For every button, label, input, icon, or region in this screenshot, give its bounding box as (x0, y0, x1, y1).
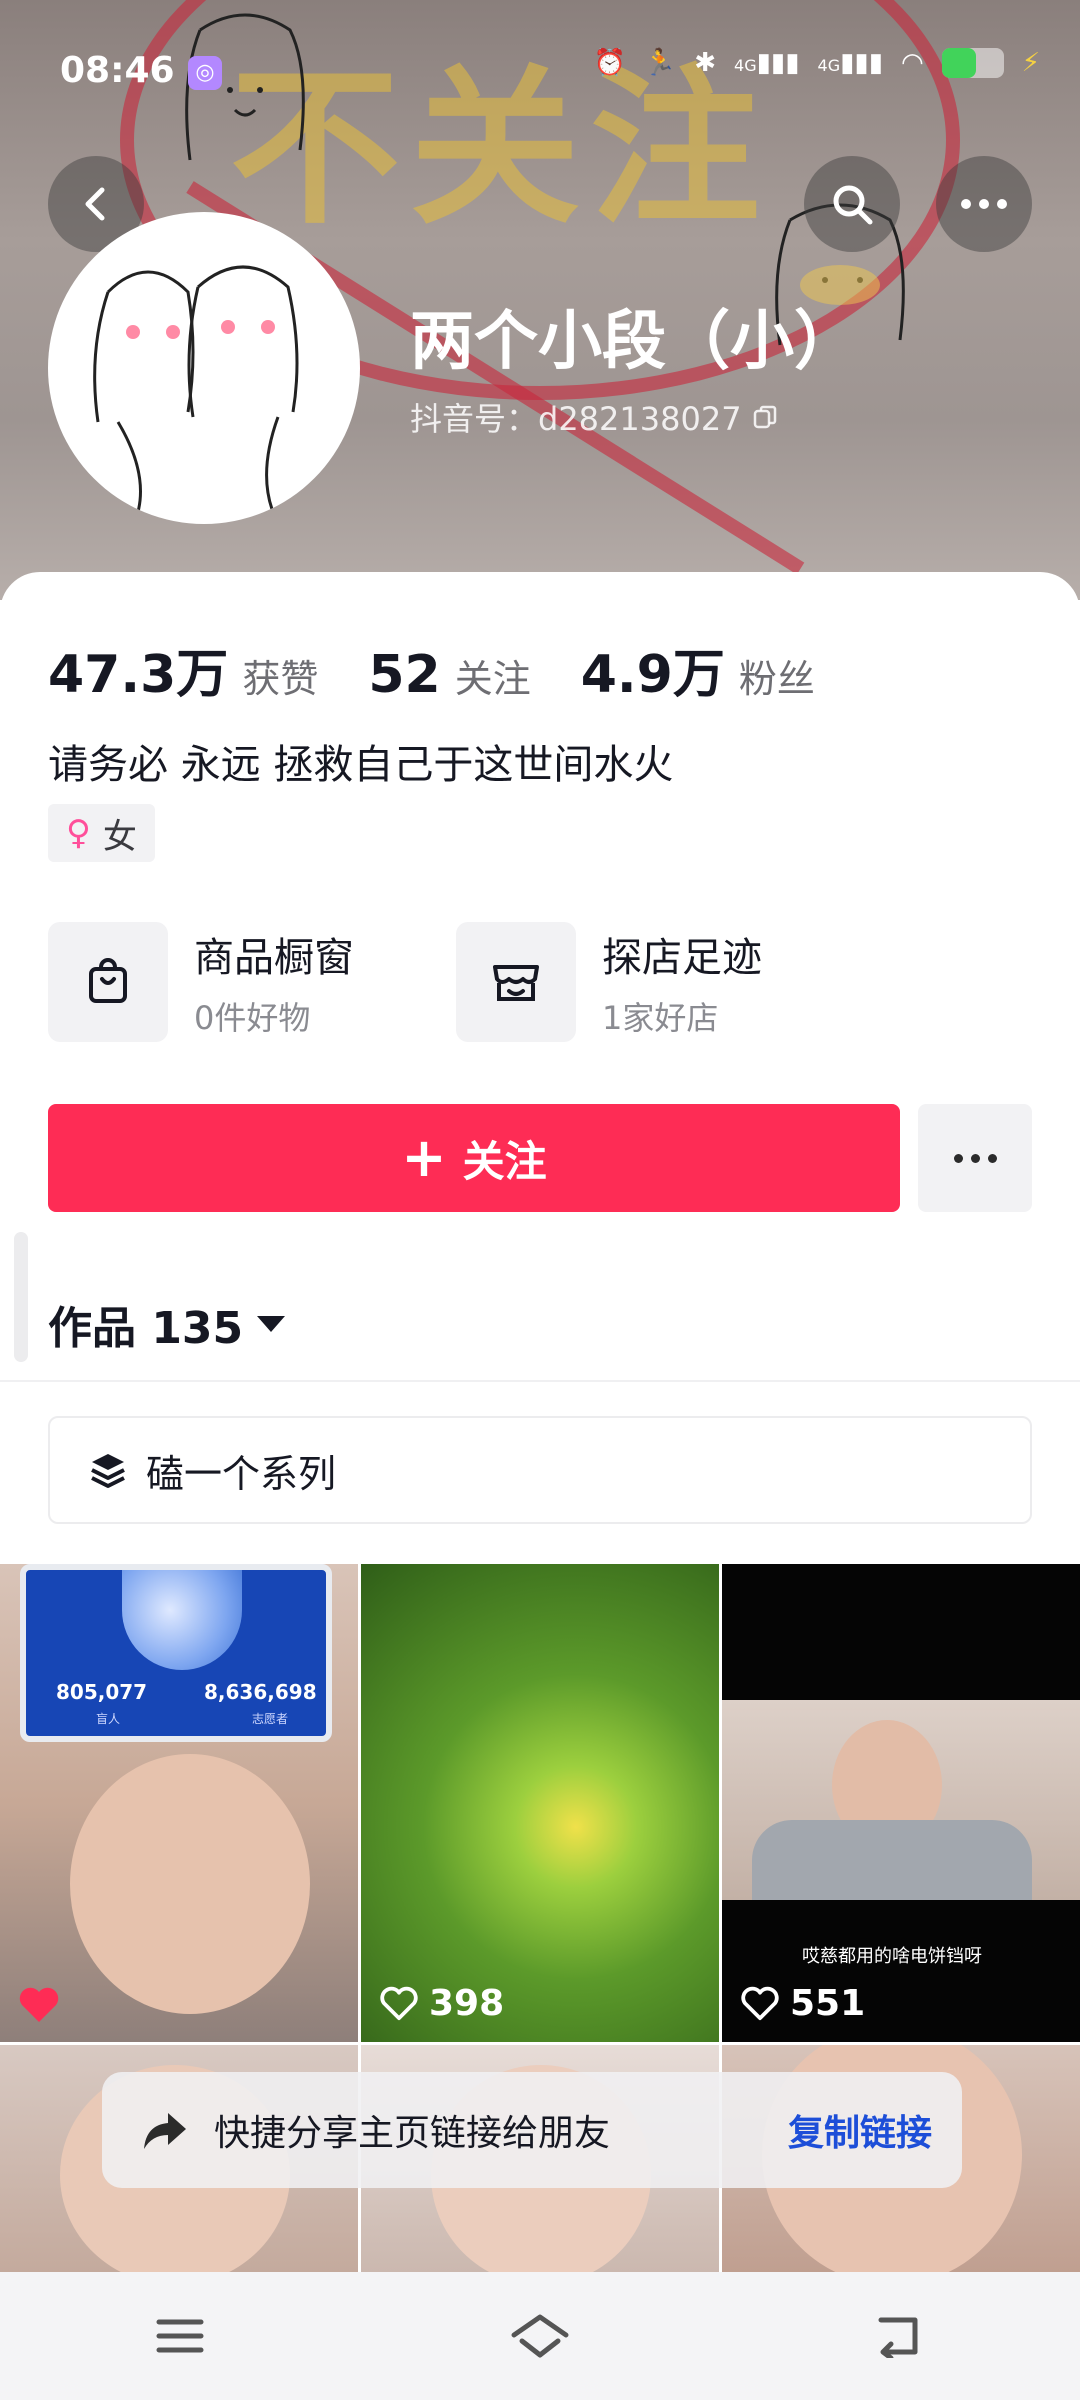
shop-window-text: 商品橱窗 0件好物 (194, 925, 354, 1039)
video-likes: 398 (379, 1983, 504, 2024)
plus-icon: + (401, 1126, 447, 1189)
works-tab[interactable]: 作品 135 (48, 1292, 286, 1356)
overlay-label-right: 志愿者 (252, 1712, 289, 1726)
face-shape (70, 1754, 310, 2014)
more-dots-icon (953, 1153, 997, 1163)
copy-link-button[interactable]: 复制链接 (788, 2104, 932, 2156)
video-likes-count: 551 (790, 1983, 866, 2024)
works-tab-label: 作品 135 (48, 1303, 244, 1354)
follow-button[interactable]: + 关注 (48, 1104, 900, 1212)
female-icon: ♀ (66, 813, 91, 853)
store-visit-title: 探店足迹 (602, 935, 762, 981)
share-arrow-icon (144, 2113, 186, 2149)
system-nav-bar (0, 2272, 1080, 2400)
stat-likes-label: 获赞 (242, 657, 319, 701)
store-icon (493, 965, 539, 1001)
douyin-id-text: 抖音号：d282138027 (410, 400, 742, 438)
video-likes: 551 (740, 1983, 865, 2024)
video-caption: 哎慈都用的啥电饼铛呀 (802, 1946, 982, 1967)
overlay-card: 805,077 8,636,698 盲人 志愿者 (20, 1564, 332, 1742)
stat-likes-value: 47.3万 (48, 645, 229, 705)
home-icon (511, 2314, 569, 2358)
shop-window-entry[interactable]: 商品橱窗 0件好物 (48, 922, 354, 1042)
wifi-icon: ◠ (901, 48, 924, 78)
shop-window-subtitle: 0件好物 (194, 999, 311, 1037)
video-thumbnail[interactable]: 398 (361, 1564, 719, 2042)
shopping-bag-icon (89, 958, 127, 1003)
shop-window-icon-box (48, 922, 168, 1042)
chevron-left-icon (85, 187, 105, 221)
overlay-label-left: 盲人 (96, 1712, 121, 1726)
overlay-number-left: 805,077 (56, 1680, 148, 1704)
series-label: 磕一个系列 (146, 1451, 337, 1496)
douyin-id[interactable]: 抖音号：d282138027 (410, 394, 778, 440)
stat-following[interactable]: 52 关注 (368, 645, 530, 705)
follow-label: 关注 (462, 1136, 547, 1186)
caret-down-icon (257, 1316, 286, 1332)
nav-menu-button[interactable] (140, 2296, 220, 2376)
profile-bio: 请务必 永远 拯救自己于这世间水火 (48, 742, 674, 788)
more-dots-icon (961, 199, 1007, 209)
series-entry[interactable]: 磕一个系列 (48, 1416, 1032, 1524)
charging-icon: ⚡ (1021, 48, 1040, 78)
drawer-handle[interactable] (14, 1232, 28, 1362)
battery-icon (941, 48, 1004, 78)
overlay-number-right: 8,636,698 (204, 1680, 317, 1704)
store-visit-subtitle: 1家好店 (602, 999, 719, 1037)
stat-followers[interactable]: 4.9万 粉丝 (581, 632, 815, 707)
copy-icon[interactable] (752, 404, 778, 430)
store-visit-text: 探店足迹 1家好店 (602, 925, 762, 1039)
battery-fill (941, 48, 976, 78)
search-icon (833, 185, 873, 225)
app-notification-icon: ◎ (188, 56, 222, 90)
store-visit-entry[interactable]: 探店足迹 1家好店 (456, 922, 762, 1042)
stat-following-value: 52 (368, 645, 441, 705)
store-visit-icon-box (456, 922, 576, 1042)
profile-stats: 47.3万 获赞 52 关注 4.9万 粉丝 (48, 632, 865, 707)
video-thumbnail[interactable]: 805,077 8,636,698 盲人 志愿者 (0, 1564, 358, 2042)
gender-tag: ♀ 女 (48, 804, 155, 862)
status-icons: ⏰ 🏃 ✱ 4G▮▮▮ 4G▮▮▮ ◠ ⚡ (593, 48, 1040, 78)
follow-more-button[interactable] (918, 1104, 1032, 1212)
status-time: 08:46 (60, 50, 175, 91)
menu-icon (156, 2319, 204, 2353)
more-options-button[interactable] (936, 156, 1032, 252)
avatar-drawing (93, 265, 299, 513)
shop-window-title: 商品橱窗 (194, 935, 354, 981)
globe-icon (122, 1570, 242, 1670)
bluetooth-icon: ✱ (694, 48, 717, 78)
stat-followers-label: 粉丝 (738, 657, 815, 701)
heart-outline-icon (380, 1986, 418, 2020)
sweater-shape (752, 1820, 1032, 1900)
video-thumbnail[interactable]: 哎慈都用的啥电饼铛呀 551 (722, 1564, 1080, 2042)
stat-followers-value: 4.9万 (580, 645, 725, 705)
stat-likes: 47.3万 获赞 (48, 632, 318, 707)
share-toast-text: 快捷分享主页链接给朋友 (214, 2113, 611, 2154)
heart-outline-icon (741, 1986, 779, 2020)
video-frame (722, 1700, 1080, 1900)
nav-back-button[interactable] (860, 2296, 940, 2376)
signal-icon-2: 4G▮▮▮ (817, 48, 884, 78)
alarm-icon: ⏰ (593, 48, 626, 78)
stat-following-label: 关注 (454, 657, 531, 701)
back-icon (878, 2317, 918, 2358)
video-likes-count: 398 (429, 1983, 505, 2024)
profile-nickname: 两个小段（小） (410, 305, 858, 379)
avatar[interactable] (48, 212, 360, 524)
signal-icon-1: 4G▮▮▮ (734, 48, 800, 78)
layers-icon (91, 1454, 125, 1488)
nav-home-button[interactable] (500, 2296, 580, 2376)
search-button[interactable] (804, 156, 900, 252)
share-toast[interactable]: 快捷分享主页链接给朋友 复制链接 (102, 2072, 962, 2188)
tab-divider (0, 1380, 1080, 1382)
heart-filled-icon (19, 1987, 59, 2022)
status-bar: 08:46 ◎ ⏰ 🏃 ✱ 4G▮▮▮ 4G▮▮▮ ◠ ⚡ (0, 0, 1080, 140)
running-icon: 🏃 (643, 48, 677, 78)
video-likes (18, 1986, 70, 2024)
gender-label: 女 (102, 816, 137, 857)
